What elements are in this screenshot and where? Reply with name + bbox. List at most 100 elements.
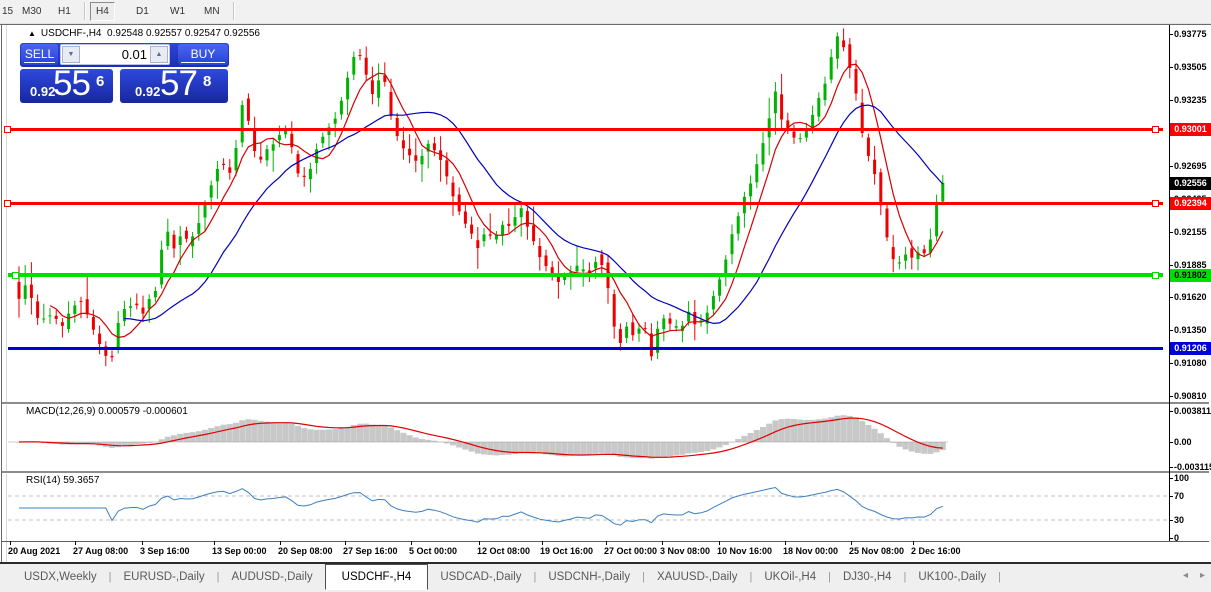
date-axis-tick: [345, 541, 346, 545]
timeframe-button-mn[interactable]: MN: [198, 2, 226, 21]
collapse-icon[interactable]: ▲: [28, 29, 36, 38]
volume-increase-button[interactable]: ▲: [150, 46, 168, 63]
tab-usdcnh-daily[interactable]: USDCNH-,Daily: [536, 564, 642, 590]
timeframe-button-m30[interactable]: M30: [16, 2, 47, 21]
chart-title: ▲ USDCHF-,H4 0.92548 0.92557 0.92547 0.92…: [28, 28, 260, 39]
date-axis-label: 10 Nov 16:00: [717, 546, 773, 556]
date-axis-tick: [142, 541, 143, 545]
sell-button-label: SELL: [24, 47, 55, 61]
macd-label: MACD(12,26,9) 0.000579 -0.000601: [26, 406, 188, 417]
date-axis-label: 19 Oct 16:00: [540, 546, 594, 556]
tab-dj30-h4[interactable]: DJ30-,H4: [831, 564, 904, 590]
price-axis-label: 0.90810: [1174, 391, 1207, 401]
level-handle-right[interactable]: [1152, 272, 1159, 279]
bid-price-display[interactable]: 0.92 55 6: [20, 64, 113, 103]
level-handle-left[interactable]: [4, 126, 11, 133]
one-click-trading-widget: SELL ▼ ▲ BUY 0.92 55 6 0.92 57 8: [20, 43, 229, 103]
level-handle-left[interactable]: [4, 200, 11, 207]
rsi-axis-tick: [1169, 478, 1173, 479]
chart-window: 0.937750.935050.932350.929650.926950.924…: [0, 24, 1211, 563]
bid-pip-digit: 6: [96, 73, 105, 90]
price-axis-tick: [1169, 166, 1173, 167]
macd-main-value: 0.000579: [98, 406, 140, 417]
ask-price-display[interactable]: 0.92 57 8: [120, 64, 228, 103]
date-axis-label: 2 Dec 16:00: [911, 546, 961, 556]
horizontal-level-line[interactable]: [8, 347, 1163, 350]
macd-signal-value: -0.000601: [142, 406, 188, 417]
buy-underline: [181, 62, 225, 63]
buy-button-label: BUY: [190, 47, 216, 61]
chart-tabs: USDX,Weekly | EURUSD-,Daily | AUDUSD-,Daily U…: [12, 564, 1001, 590]
date-axis-label: 3 Sep 16:00: [140, 546, 190, 556]
timeframe-button-d1[interactable]: D1: [130, 2, 155, 21]
macd-axis-label: -0.003115: [1174, 462, 1211, 472]
price-axis-label: 0.93775: [1174, 29, 1207, 39]
level-handle-left[interactable]: [12, 272, 19, 279]
date-axis-label: 27 Aug 08:00: [73, 546, 129, 556]
tabs-scroll-right-icon[interactable]: ▸: [1200, 570, 1205, 581]
volume-decrease-button[interactable]: ▼: [62, 46, 80, 63]
level-handle-right[interactable]: [1152, 200, 1159, 207]
tab-ukoil-h4[interactable]: UKOil-,H4: [752, 564, 828, 590]
date-axis-tick: [719, 541, 720, 545]
date-axis-label: 3 Nov 08:00: [660, 546, 711, 556]
date-axis-tick: [662, 541, 663, 545]
chart-symbol: USDCHF-,H4: [40, 28, 102, 39]
macd-axis-label: 0.00: [1174, 437, 1192, 447]
date-axis-tick: [75, 541, 76, 545]
timeframe-button-w1[interactable]: W1: [164, 2, 191, 21]
rsi-title: RSI(14): [26, 475, 61, 486]
window-frame-left-inner: [6, 25, 7, 563]
macd-axis-label: 0.003811: [1174, 406, 1211, 416]
macd-axis-tick: [1169, 411, 1173, 412]
date-axis-tick: [851, 541, 852, 545]
horizontal-level-line[interactable]: [8, 128, 1163, 131]
tab-usdchf-h4[interactable]: USDCHF-,H4: [324, 564, 429, 590]
ask-pip-digit: 8: [203, 73, 212, 90]
date-axis-tick: [913, 541, 914, 545]
price-axis-label: 0.92155: [1174, 227, 1207, 237]
timeframe-toolbar: 15 M30 H1 H4 D1 W1 MN: [0, 0, 1211, 24]
window-frame-left: [1, 25, 2, 563]
chart-ohlc-values: 0.92548 0.92557 0.92547 0.92556: [107, 28, 260, 39]
price-level-tag: 0.91206: [1170, 342, 1211, 355]
rsi-axis-tick: [1169, 538, 1173, 539]
timeframe-button-h4[interactable]: H4: [90, 2, 115, 21]
price-axis-tick: [1169, 34, 1173, 35]
trading-terminal: 15 M30 H1 H4 D1 W1 MN 0.93775 0.93505 0.93235 0.9…: [0, 0, 1211, 592]
tab-audusd-daily[interactable]: AUDUSD-,Daily: [220, 564, 325, 590]
tab-usdx-weekly[interactable]: USDX,Weekly: [12, 564, 109, 590]
price-axis-tick: [1169, 265, 1173, 266]
rsi-axis-tick: [1169, 520, 1173, 521]
date-axis-tick: [411, 541, 412, 545]
horizontal-level-line[interactable]: [8, 202, 1163, 205]
tab-xauusd-daily[interactable]: XAUUSD-,Daily: [645, 564, 750, 590]
date-axis-label: 12 Oct 08:00: [477, 546, 531, 556]
date-axis-label: 20 Sep 08:00: [278, 546, 333, 556]
tab-uk100-daily[interactable]: UK100-,Daily: [906, 564, 998, 590]
tab-usdcad-daily[interactable]: USDCAD-,Daily: [428, 564, 533, 590]
tab-separator: |: [998, 571, 1002, 583]
rsi-axis-label: 100: [1174, 473, 1190, 483]
price-axis-label: 0.91350: [1174, 325, 1207, 335]
buy-button[interactable]: BUY: [178, 44, 228, 65]
volume-input[interactable]: [83, 46, 147, 63]
tabs-scroll-left-icon[interactable]: ◂: [1183, 570, 1188, 581]
price-level-tag: 0.93001: [1170, 123, 1211, 136]
date-axis-tick: [10, 541, 11, 545]
price-level-tag: 0.91802: [1170, 269, 1211, 282]
rsi-panel[interactable]: [8, 473, 1169, 541]
level-handle-right[interactable]: [1152, 126, 1159, 133]
bid-prefix: 0.92: [30, 84, 56, 99]
price-axis-line: [1169, 25, 1170, 541]
macd-axis-tick: [1169, 442, 1173, 443]
price-axis-tick: [1169, 363, 1173, 364]
sell-button[interactable]: SELL: [21, 44, 58, 65]
date-axis-tick: [479, 541, 480, 545]
tab-eurusd-daily[interactable]: EURUSD-,Daily: [112, 564, 217, 590]
horizontal-level-line[interactable]: [8, 273, 1163, 277]
price-axis-label: 0.92695: [1174, 161, 1207, 171]
price-axis-label: 0.91620: [1174, 292, 1207, 302]
timeframe-button-h1[interactable]: H1: [52, 2, 77, 21]
rsi-axis-label: 0: [1174, 533, 1180, 543]
